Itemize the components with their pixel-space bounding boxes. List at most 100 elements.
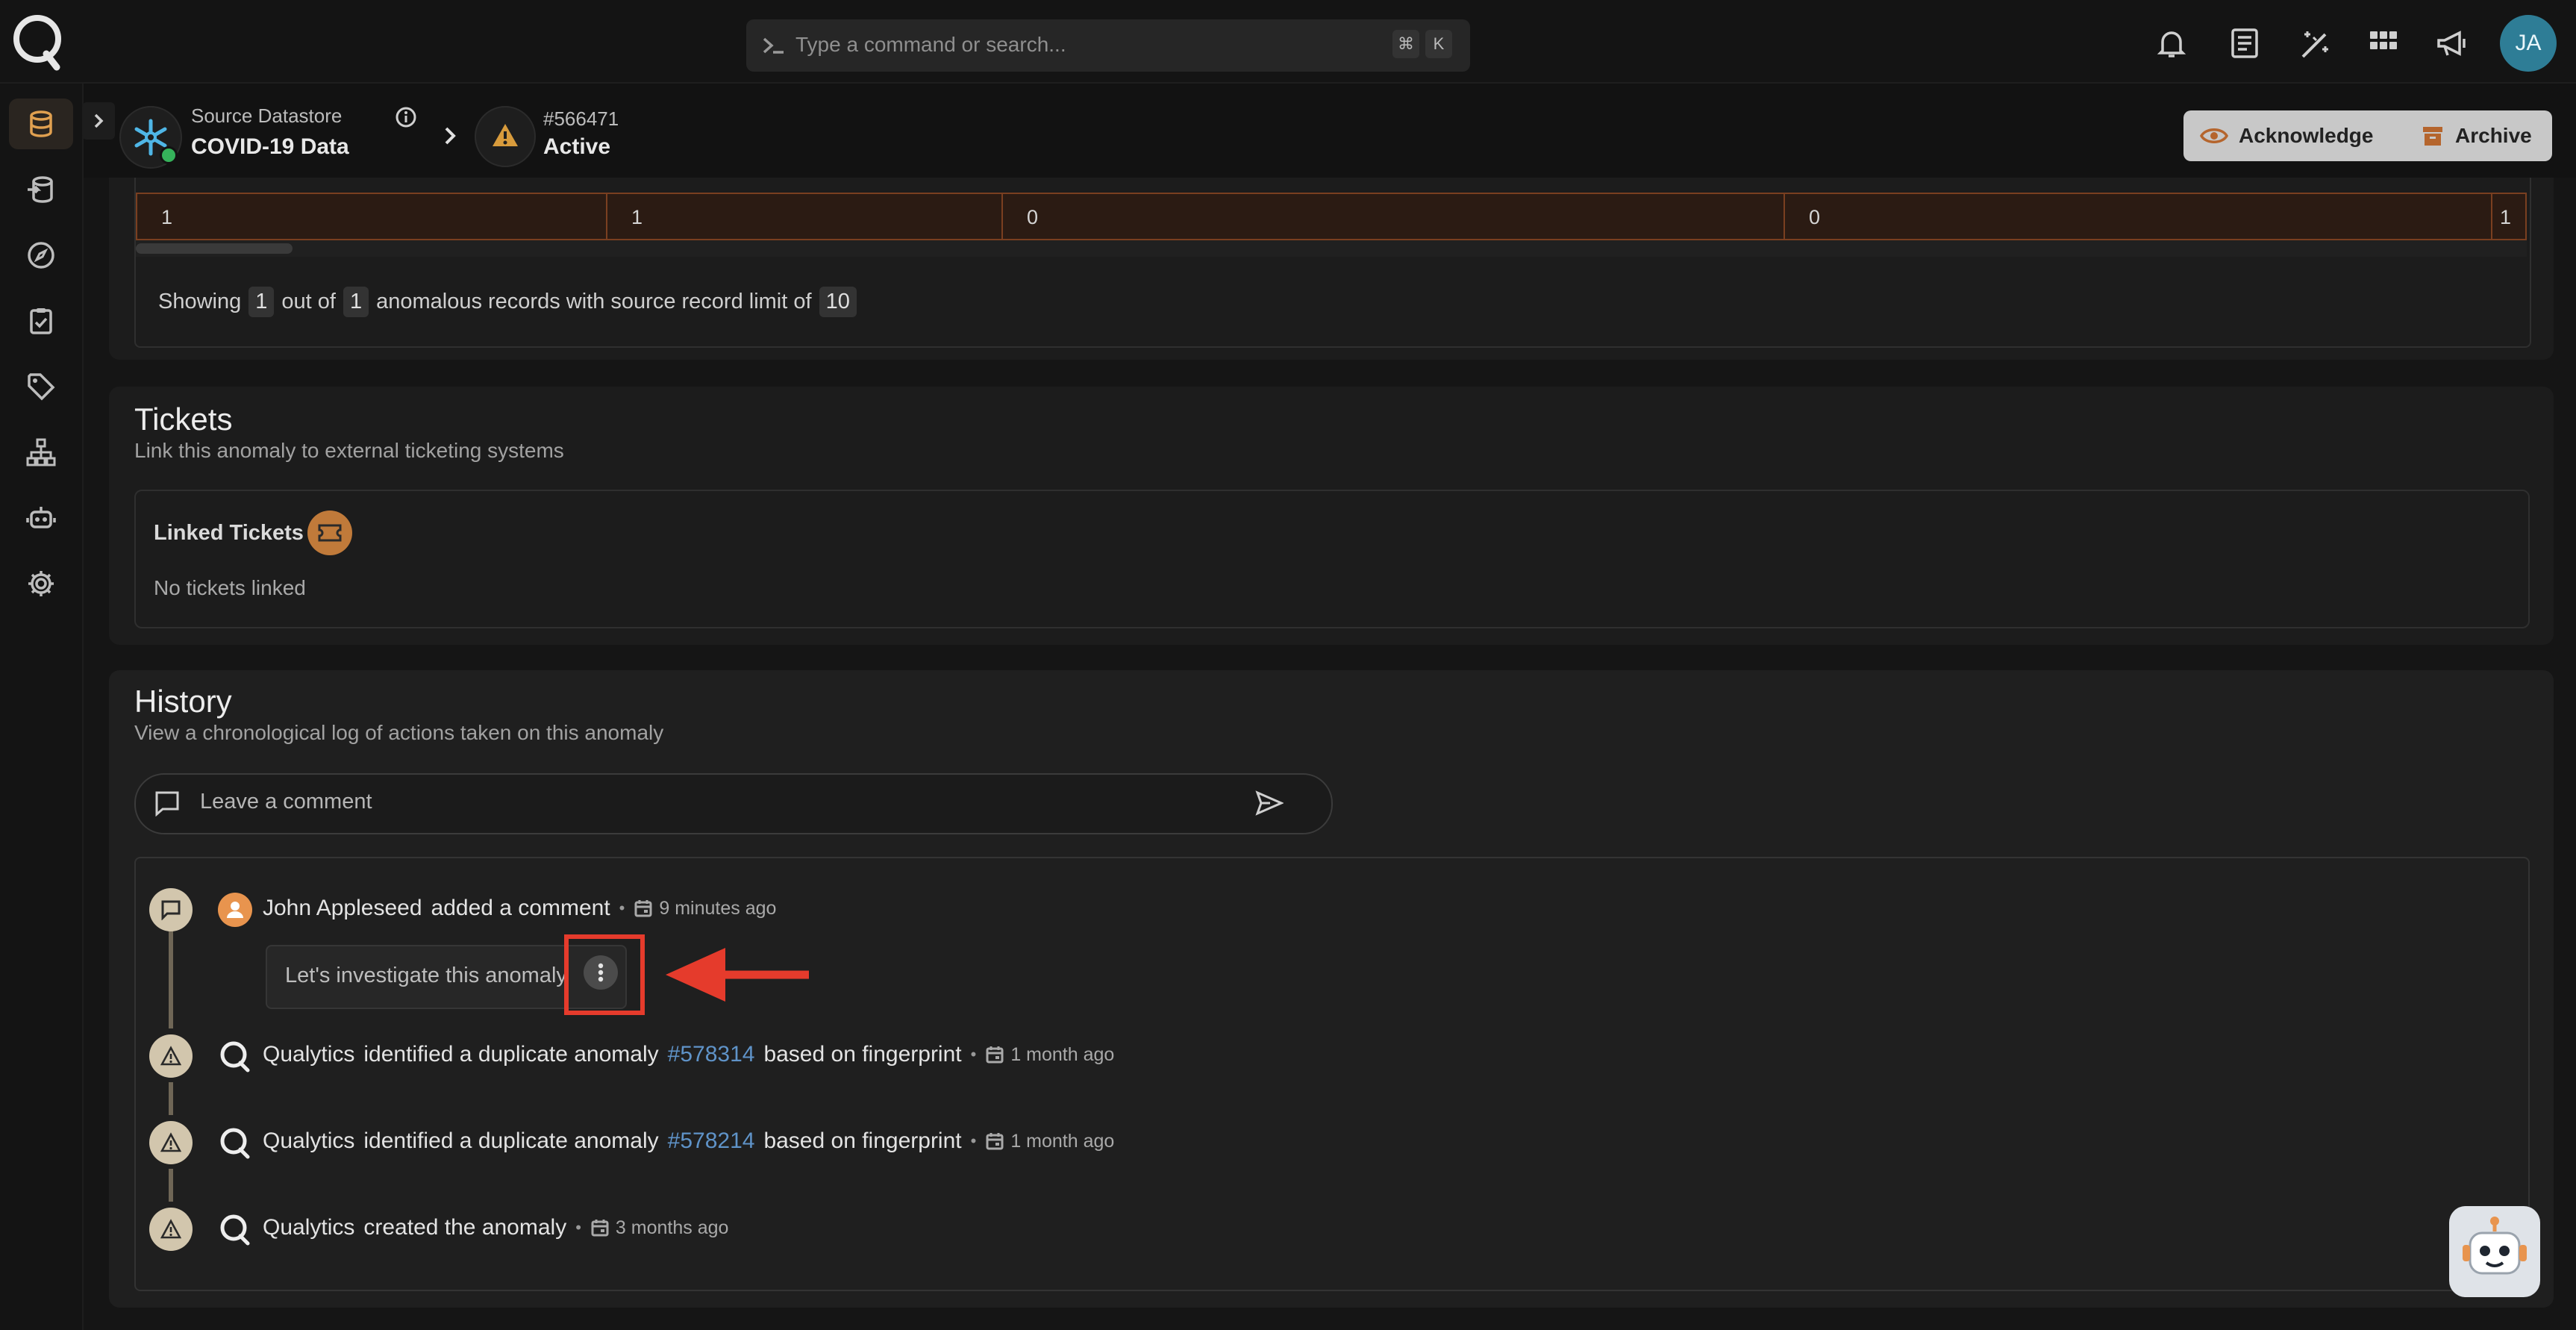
records-summary: Showing 1 out of 1 anomalous records wit… — [158, 287, 857, 317]
summary-prefix: Showing — [158, 290, 242, 313]
qualytics-logo-icon — [218, 1212, 252, 1246]
tag-icon — [9, 372, 73, 402]
clipboard-check-icon — [9, 306, 73, 336]
timeline-connector — [169, 930, 173, 1028]
event-time: 1 month ago — [985, 1044, 1114, 1066]
event-time-text: 9 minutes ago — [659, 897, 777, 919]
comment-text: Let's investigate this anomaly — [285, 964, 567, 987]
event-time: 1 month ago — [985, 1131, 1114, 1152]
history-event: Qualytics identified a duplicate anomaly… — [263, 1042, 1114, 1067]
robot-icon — [2463, 1217, 2527, 1275]
qualytics-logo-icon — [218, 1125, 252, 1160]
event-time: 9 minutes ago — [634, 898, 776, 920]
comment-icon — [154, 790, 181, 817]
event-suffix: based on fingerprint — [763, 1128, 962, 1153]
anomaly-event-icon — [149, 1034, 193, 1078]
event-time-text: 3 months ago — [615, 1217, 729, 1238]
expand-sidebar-button[interactable] — [82, 102, 115, 140]
sidebar-item-tags[interactable] — [9, 361, 73, 412]
acknowledge-button[interactable]: Acknowledge — [2183, 110, 2437, 161]
sidebar-item-checks[interactable] — [9, 296, 73, 346]
history-event: Qualytics identified a duplicate anomaly… — [263, 1128, 1114, 1154]
connection-status-dot — [160, 146, 178, 164]
summary-count: 1 — [248, 287, 275, 317]
datastore-add-icon — [9, 175, 73, 205]
eye-icon — [2200, 125, 2228, 147]
history-title: History — [134, 684, 232, 719]
sidebar-item-settings[interactable] — [9, 558, 73, 609]
separator-dot: • — [575, 1218, 581, 1237]
anomaly-status: Active — [543, 134, 611, 159]
sidebar-item-explore[interactable] — [9, 230, 73, 281]
table-cell: 1 — [606, 193, 1003, 240]
anomaly-link[interactable]: #578314 — [668, 1042, 755, 1067]
archive-icon — [2421, 124, 2445, 148]
megaphone-icon[interactable] — [2434, 25, 2470, 61]
event-time-text: 1 month ago — [1010, 1130, 1115, 1152]
event-text: identified a duplicate anomaly — [363, 1128, 659, 1153]
sidebar-item-agents[interactable] — [9, 493, 73, 543]
anomaly-id: #566471 — [543, 107, 619, 130]
ticket-icon[interactable] — [307, 511, 352, 555]
chevron-right-icon — [94, 113, 104, 128]
calendar-icon — [634, 899, 653, 918]
shortcut-cmd-key: ⌘ — [1392, 30, 1419, 58]
archive-label: Archive — [2455, 124, 2532, 147]
compass-icon — [9, 240, 73, 270]
assistant-bot-button[interactable] — [2449, 1206, 2540, 1297]
anomaly-link[interactable]: #578214 — [668, 1128, 755, 1154]
send-icon[interactable] — [1255, 790, 1284, 817]
command-search-input[interactable]: Type a command or search... ⌘ K — [746, 19, 1470, 72]
apps-grid-icon[interactable] — [2366, 25, 2401, 61]
timeline-connector — [169, 1082, 173, 1115]
database-icon — [9, 109, 73, 139]
magic-wand-icon[interactable] — [2297, 25, 2333, 61]
horizontal-scrollbar[interactable] — [136, 240, 2527, 257]
comment-event-icon — [149, 888, 193, 931]
summary-suffix: anomalous records with source record lim… — [376, 290, 812, 313]
event-actor: Qualytics — [263, 1042, 355, 1067]
sidebar-item-add-datastore[interactable] — [9, 164, 73, 215]
history-event: John Appleseed added a comment • 9 minut… — [263, 896, 776, 921]
table-cell: 1 — [136, 193, 607, 240]
acknowledge-label: Acknowledge — [2239, 124, 2374, 147]
hierarchy-icon — [9, 437, 73, 467]
comment-placeholder: Leave a comment — [200, 790, 372, 814]
tickets-subtitle: Link this anomaly to external ticketing … — [134, 439, 564, 462]
sidebar-item-datastores[interactable] — [9, 99, 73, 149]
document-icon[interactable] — [2227, 25, 2263, 61]
table-cell: 0 — [1001, 193, 1785, 240]
warning-icon — [475, 106, 536, 167]
robot-icon — [9, 503, 73, 533]
annotation-arrow-icon — [663, 943, 812, 1006]
separator-dot: • — [970, 1045, 977, 1064]
user-avatar[interactable]: JA — [2500, 15, 2557, 72]
table-cell: 1 — [2491, 193, 2527, 240]
timeline-connector — [169, 1169, 173, 1202]
tickets-title: Tickets — [134, 402, 233, 437]
datastore-name[interactable]: COVID-19 Data — [191, 134, 349, 160]
archive-button[interactable]: Archive — [2404, 110, 2552, 161]
event-actor: John Appleseed — [263, 896, 422, 920]
summary-total: 1 — [343, 287, 369, 317]
info-icon[interactable] — [394, 105, 418, 129]
event-suffix: based on fingerprint — [763, 1042, 962, 1067]
bell-icon[interactable] — [2154, 25, 2189, 61]
breadcrumb-chevron-icon — [439, 124, 461, 148]
search-placeholder: Type a command or search... — [795, 33, 1066, 56]
event-text: added a comment — [431, 896, 610, 920]
linked-tickets-box — [134, 490, 2530, 628]
highlight-box — [564, 934, 645, 1015]
datastore-label: Source Datastore — [191, 104, 343, 127]
event-actor: Qualytics — [263, 1215, 355, 1240]
user-avatar-small — [218, 893, 252, 927]
app-logo[interactable] — [10, 12, 67, 72]
scrollbar-thumb[interactable] — [136, 243, 293, 254]
calendar-icon — [985, 1045, 1004, 1064]
summary-limit: 10 — [819, 287, 857, 317]
table-cell: 0 — [1783, 193, 2492, 240]
calendar-icon — [590, 1218, 610, 1237]
event-text: created the anomaly — [363, 1215, 567, 1240]
event-text: identified a duplicate anomaly — [363, 1042, 659, 1067]
sidebar-item-flows[interactable] — [9, 427, 73, 478]
